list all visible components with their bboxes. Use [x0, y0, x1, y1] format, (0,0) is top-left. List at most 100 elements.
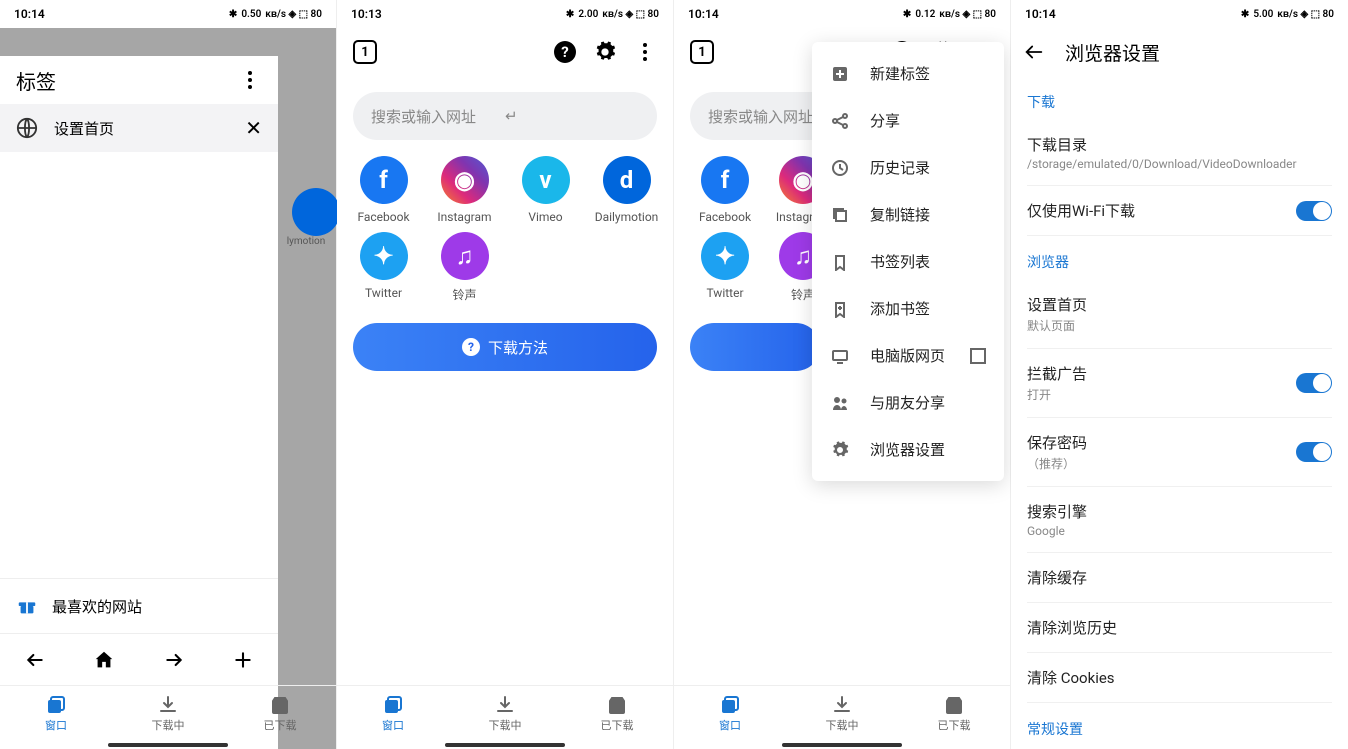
close-icon[interactable]: ✕: [245, 116, 262, 140]
overflow-menu: 新建标签 分享 历史记录 复制链接 书签列表 添加书签 电脑版网页 与朋友分享: [812, 42, 1004, 481]
site-tw[interactable]: ✦ Twitter: [347, 232, 420, 303]
menu-item-5[interactable]: 添加书签: [812, 285, 1004, 332]
wifi-only-row[interactable]: 仅使用Wi-Fi下载: [1027, 186, 1332, 236]
nav-downloaded[interactable]: 已下载: [561, 686, 673, 741]
site-ig[interactable]: ◉ Instagram: [428, 156, 501, 224]
drawer-title: 标签: [8, 66, 230, 95]
rt-icon: ♫: [441, 232, 489, 280]
toggle-on[interactable]: [1296, 373, 1332, 393]
tab-item[interactable]: 设置首页 ✕: [0, 104, 278, 152]
menu-icon: [830, 159, 850, 177]
gear-icon[interactable]: [585, 32, 625, 72]
vm-icon: v: [522, 156, 570, 204]
menu-item-1[interactable]: 分享: [812, 97, 1004, 144]
dm-icon: d: [603, 156, 651, 204]
tabs-button[interactable]: 1: [345, 32, 385, 72]
nav-tabs[interactable]: 窗口: [674, 686, 786, 741]
menu-icon: [830, 253, 850, 271]
add-icon[interactable]: [209, 634, 279, 685]
tw-icon: ✦: [360, 232, 408, 280]
nav-tabs[interactable]: 窗口: [337, 686, 449, 741]
gesture-handle: [445, 743, 565, 747]
section-browser: 浏览器: [1027, 236, 1332, 280]
homepage-row[interactable]: 设置首页默认页面: [1027, 280, 1332, 349]
home-icon[interactable]: [70, 634, 140, 685]
menu-item-3[interactable]: 复制链接: [812, 191, 1004, 238]
section-download: 下载: [1027, 76, 1332, 120]
screen-settings: 10:14 ✱ 5.00 ᴋʙ/s ◈ ⬚ 80 浏览器设置 下载 下载目录/s…: [1011, 0, 1348, 749]
nav-downloading[interactable]: 下载中: [112, 686, 224, 741]
menu-item-6[interactable]: 电脑版网页: [812, 332, 1004, 379]
clearcache-row[interactable]: 清除缓存: [1027, 553, 1332, 603]
gesture-handle: [108, 743, 228, 747]
toggle-on[interactable]: [1296, 201, 1332, 221]
checkbox[interactable]: [970, 348, 986, 364]
menu-item-8[interactable]: 浏览器设置: [812, 426, 1004, 473]
tabs-button[interactable]: 1: [682, 32, 722, 72]
svg-text:?: ?: [561, 43, 568, 61]
forward-icon[interactable]: [139, 634, 209, 685]
nav-downloaded[interactable]: 已下载: [898, 686, 1010, 741]
download-method-button[interactable]: [690, 323, 820, 371]
bottom-nav: 窗口 下载中 已下载: [0, 685, 336, 741]
site-fb[interactable]: f Facebook: [347, 156, 420, 224]
back-icon[interactable]: [0, 634, 70, 685]
nav-downloading[interactable]: 下载中: [449, 686, 561, 741]
fb-icon: f: [701, 156, 749, 204]
adblock-row[interactable]: 拦截广告打开: [1027, 349, 1332, 418]
tab-label: 设置首页: [54, 118, 229, 139]
globe-icon: [16, 117, 38, 139]
nav-arrows: [0, 633, 278, 685]
site-rt[interactable]: ♫ 铃声: [428, 232, 501, 303]
engine-row[interactable]: 搜索引擎Google: [1027, 487, 1332, 553]
status-bar: 10:13 ✱ 2.00 ᴋʙ/s ◈ ⬚ 80: [337, 0, 673, 28]
clearhist-row[interactable]: 清除浏览历史: [1027, 603, 1332, 653]
menu-item-4[interactable]: 书签列表: [812, 238, 1004, 285]
search-input[interactable]: 搜索或输入网址 ↵: [353, 92, 657, 140]
tabs-drawer: 标签 设置首页 ✕ 最喜欢的网站: [0, 56, 278, 749]
gesture-handle: [782, 743, 902, 747]
fb-icon: f: [360, 156, 408, 204]
status-bar: 10:14 ✱ 0.12 ᴋʙ/s ◈ ⬚ 80: [674, 0, 1010, 28]
help-icon[interactable]: ?: [545, 32, 585, 72]
site-tw[interactable]: ✦ Twitter: [690, 232, 760, 303]
menu-icon: [830, 112, 850, 130]
savepw-row[interactable]: 保存密码（推荐）: [1027, 418, 1332, 487]
help-badge-icon: ?: [462, 338, 480, 356]
bottom-nav: 窗口 下载中 已下载: [337, 685, 673, 741]
screen-browser-menu: 10:14 ✱ 0.12 ᴋʙ/s ◈ ⬚ 80 1 ? 搜索或输入网址 f F…: [674, 0, 1011, 749]
favorites-row[interactable]: 最喜欢的网站: [0, 578, 278, 633]
menu-item-0[interactable]: 新建标签: [812, 50, 1004, 97]
screen-tabs-drawer: 10:14 ✱ 0.50 ᴋʙ/s ◈ ⬚ 80 lymotion 标签 设置首…: [0, 0, 337, 749]
status-bar: 10:14 ✱ 5.00 ᴋʙ/s ◈ ⬚ 80: [1011, 0, 1348, 28]
clearck-row[interactable]: 清除 Cookies: [1027, 653, 1332, 703]
nav-tabs[interactable]: 窗口: [0, 686, 112, 741]
section-general: 常规设置: [1027, 703, 1332, 747]
download-method-button[interactable]: ? 下载方法: [353, 323, 657, 371]
back-icon[interactable]: [1023, 41, 1045, 63]
nav-downloaded[interactable]: 已下载: [224, 686, 336, 741]
toggle-on[interactable]: [1296, 442, 1332, 462]
menu-icon: [830, 206, 850, 224]
menu-item-7[interactable]: 与朋友分享: [812, 379, 1004, 426]
more-icon[interactable]: [625, 32, 665, 72]
more-icon[interactable]: [230, 60, 270, 100]
ig-icon: ◉: [441, 156, 489, 204]
menu-icon: [830, 394, 850, 412]
download-dir-row[interactable]: 下载目录/storage/emulated/0/Download/VideoDo…: [1027, 120, 1332, 186]
menu-icon: [830, 347, 850, 365]
tw-icon: ✦: [701, 232, 749, 280]
nav-downloading[interactable]: 下载中: [786, 686, 898, 741]
enter-icon: ↵: [505, 107, 639, 125]
menu-icon: [830, 441, 850, 459]
settings-header: 浏览器设置: [1011, 28, 1348, 76]
menu-item-2[interactable]: 历史记录: [812, 144, 1004, 191]
site-fb[interactable]: f Facebook: [690, 156, 760, 224]
menu-icon: [830, 300, 850, 318]
gift-icon: [16, 595, 38, 617]
bottom-nav: 窗口 下载中 已下载: [674, 685, 1010, 741]
site-vm[interactable]: v Vimeo: [509, 156, 582, 224]
site-dm[interactable]: d Dailymotion: [590, 156, 663, 224]
page-title: 浏览器设置: [1065, 39, 1160, 66]
menu-icon: [830, 65, 850, 83]
